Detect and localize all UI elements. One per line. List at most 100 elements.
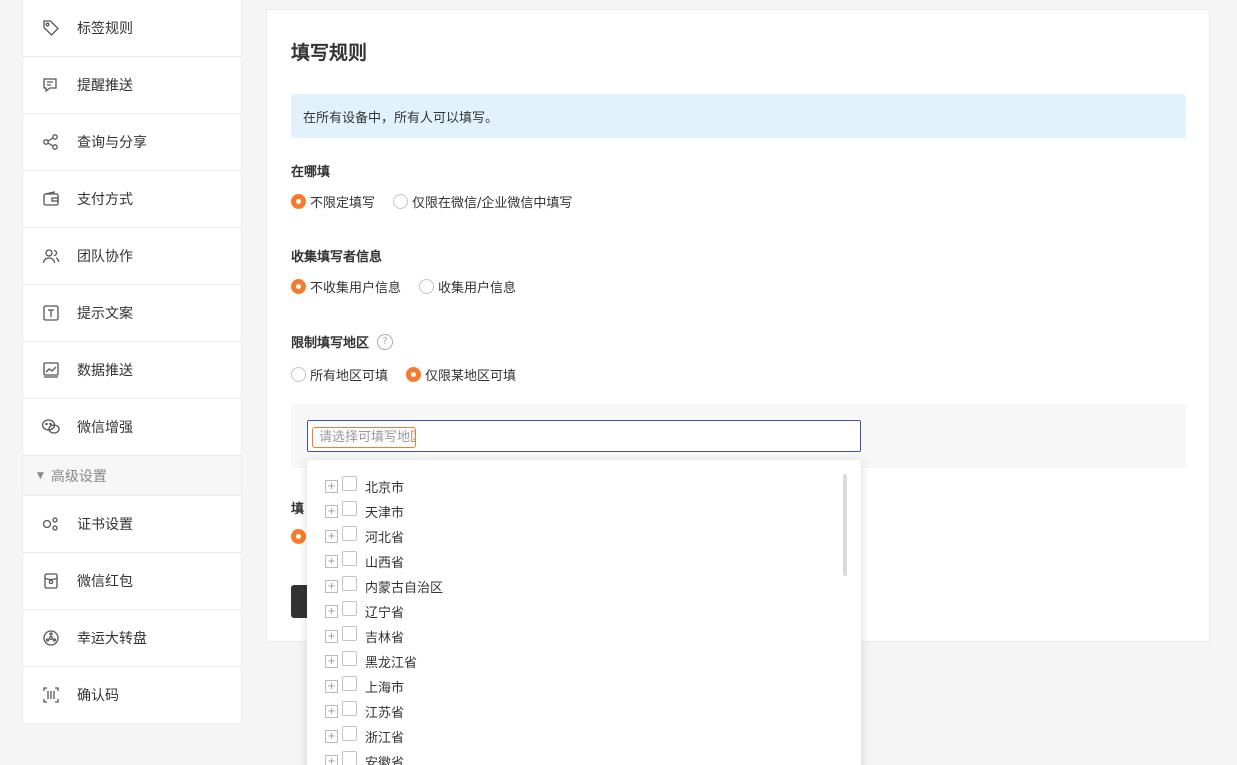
- radio-all-regions[interactable]: 所有地区可填: [291, 365, 388, 384]
- tree-node[interactable]: + 黑龙江省: [307, 649, 861, 674]
- sidebar-item-team[interactable]: 团队协作: [23, 228, 241, 285]
- region-tree: + 北京市 + 天津市 + 河北省 + 山西省 + 内蒙古自治区 + 辽宁省 + 吉林省 + 黑龙江省 + 上海市…: [307, 474, 861, 765]
- collect-section-label: 收集填写者信息: [291, 246, 382, 265]
- radio-dot[interactable]: [291, 279, 306, 294]
- node-checkbox[interactable]: [342, 501, 357, 516]
- region-search-input[interactable]: [312, 427, 416, 448]
- collect-label-text: 收集填写者信息: [291, 250, 383, 265]
- radio-dot[interactable]: [291, 194, 306, 209]
- sidebar-item-reminder-push[interactable]: 提醒推送: [23, 57, 241, 114]
- expand-icon[interactable]: +: [325, 730, 338, 743]
- chart-icon: [41, 360, 61, 380]
- tree-node[interactable]: + 河北省: [307, 524, 861, 549]
- node-label: 江苏省: [365, 706, 405, 721]
- node-checkbox[interactable]: [342, 701, 357, 716]
- sidebar-item-wechat-enhance[interactable]: 微信增强: [23, 399, 241, 456]
- text-icon: [41, 303, 61, 323]
- node-label: 安徽省: [365, 756, 405, 765]
- partial-section-label: 填: [291, 502, 305, 517]
- expand-icon[interactable]: +: [325, 755, 338, 765]
- node-label: 内蒙古自治区: [365, 581, 444, 596]
- where-section-label: 在哪填: [291, 161, 330, 180]
- expand-icon[interactable]: +: [325, 605, 338, 618]
- tree-node[interactable]: + 浙江省: [307, 724, 861, 749]
- node-checkbox[interactable]: [342, 526, 357, 541]
- node-checkbox[interactable]: [342, 626, 357, 641]
- tree-node[interactable]: + 安徽省: [307, 749, 861, 765]
- radio-dot[interactable]: [406, 367, 422, 382]
- node-label: 辽宁省: [365, 606, 405, 621]
- notification-icon: [41, 75, 61, 95]
- node-checkbox[interactable]: [342, 726, 357, 741]
- expand-icon[interactable]: +: [325, 705, 338, 718]
- sidebar-item-label: 微信红包: [77, 574, 133, 590]
- node-checkbox[interactable]: [342, 551, 357, 566]
- sidebar-item-label: 确认码: [77, 688, 119, 704]
- sidebar-item-label: 数据推送: [77, 363, 133, 379]
- sidebar-group-advanced[interactable]: ▼ 高级设置: [23, 456, 241, 496]
- radio-unrestricted[interactable]: 不限定填写: [291, 192, 375, 211]
- collect-radio-group: 不收集用户信息 收集用户信息: [291, 277, 534, 296]
- sidebar-item-prompt-text[interactable]: 提示文案: [23, 285, 241, 342]
- node-checkbox[interactable]: [342, 476, 357, 491]
- wechat-icon: [41, 417, 61, 437]
- node-checkbox[interactable]: [342, 651, 357, 666]
- region-select[interactable]: [307, 420, 861, 452]
- expand-icon[interactable]: +: [325, 655, 338, 668]
- tree-node[interactable]: + 北京市: [307, 474, 861, 499]
- help-icon[interactable]: ?: [377, 333, 394, 350]
- radio-label: 不收集用户信息: [310, 281, 402, 296]
- sidebar-item-lucky-wheel[interactable]: 幸运大转盘: [23, 610, 241, 667]
- page-title: 填写规则: [291, 42, 368, 64]
- sidebar-item-label: 标签规则: [77, 21, 133, 37]
- node-label: 黑龙江省: [365, 656, 418, 671]
- node-checkbox[interactable]: [342, 576, 357, 591]
- expand-icon[interactable]: +: [325, 530, 338, 543]
- radio-wechat-only[interactable]: 仅限在微信/企业微信中填写: [393, 192, 572, 211]
- radio-dot[interactable]: [291, 367, 306, 382]
- radio-label: 不限定填写: [310, 196, 376, 211]
- node-checkbox[interactable]: [342, 601, 357, 616]
- node-label: 山西省: [365, 556, 405, 571]
- radio-label: 收集用户信息: [438, 281, 517, 296]
- radio-collect[interactable]: 收集用户信息: [419, 277, 516, 296]
- sidebar-item-confirm-code[interactable]: 确认码: [23, 667, 241, 724]
- team-icon: [41, 246, 61, 266]
- tree-node[interactable]: + 山西省: [307, 549, 861, 574]
- scrollbar[interactable]: [843, 474, 847, 576]
- expand-icon[interactable]: +: [325, 630, 338, 643]
- tree-node[interactable]: + 吉林省: [307, 624, 861, 649]
- region-radio-group: 所有地区可填 仅限某地区可填: [291, 365, 534, 384]
- tree-node[interactable]: + 内蒙古自治区: [307, 574, 861, 599]
- sidebar-item-certificate[interactable]: 证书设置: [23, 496, 241, 553]
- sidebar-item-tag-rules[interactable]: 标签规则: [23, 0, 241, 57]
- lucky-wheel-icon: [41, 628, 61, 648]
- sidebar-item-data-push[interactable]: 数据推送: [23, 342, 241, 399]
- sidebar-item-query-share[interactable]: 查询与分享: [23, 114, 241, 171]
- tree-node[interactable]: + 江苏省: [307, 699, 861, 724]
- expand-icon[interactable]: +: [325, 555, 338, 568]
- node-checkbox[interactable]: [342, 751, 357, 765]
- tree-node[interactable]: + 上海市: [307, 674, 861, 699]
- node-label: 河北省: [365, 531, 405, 546]
- expand-icon[interactable]: +: [325, 480, 338, 493]
- expand-icon[interactable]: +: [325, 580, 338, 593]
- radio-some-regions[interactable]: 仅限某地区可填: [406, 365, 516, 384]
- tree-node[interactable]: + 辽宁省: [307, 599, 861, 624]
- radio-label: 仅限在微信/企业微信中填写: [412, 196, 573, 211]
- sidebar-item-payment[interactable]: 支付方式: [23, 171, 241, 228]
- caret-down-icon: ▼: [37, 470, 44, 481]
- expand-icon[interactable]: +: [325, 680, 338, 693]
- tree-node[interactable]: + 天津市: [307, 499, 861, 524]
- region-dropdown: + 北京市 + 天津市 + 河北省 + 山西省 + 内蒙古自治区 + 辽宁省 + 吉林省 + 黑龙江省 + 上海市…: [307, 460, 861, 765]
- partial-radio[interactable]: [291, 529, 306, 544]
- node-label: 北京市: [365, 481, 405, 496]
- region-select-panel: [291, 404, 1186, 468]
- node-label: 天津市: [365, 506, 405, 521]
- node-checkbox[interactable]: [342, 676, 357, 691]
- expand-icon[interactable]: +: [325, 505, 338, 518]
- radio-dot[interactable]: [393, 194, 409, 209]
- radio-no-collect[interactable]: 不收集用户信息: [291, 277, 401, 296]
- sidebar-item-red-packet[interactable]: 微信红包: [23, 553, 241, 610]
- radio-dot[interactable]: [419, 279, 435, 294]
